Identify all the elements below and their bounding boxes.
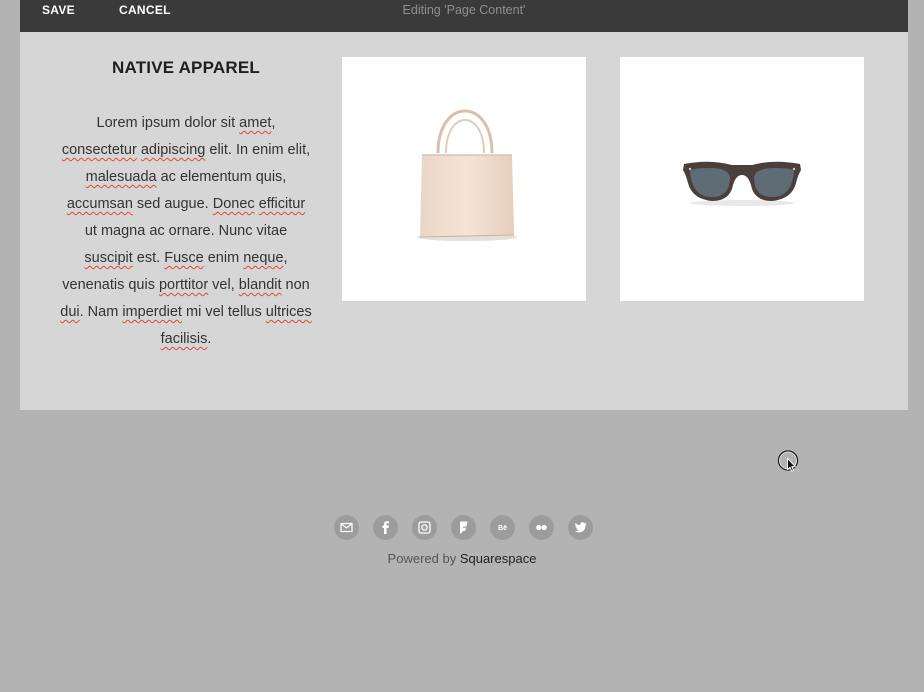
body-paragraph[interactable]: Lorem ipsum dolor sit amet, consectetur … [60, 110, 312, 353]
squarespace-link[interactable]: Squarespace [460, 551, 537, 566]
paragraph-text: . [207, 331, 212, 347]
misspelled-word: dui [60, 304, 80, 320]
product-image-sunglasses[interactable] [620, 57, 864, 301]
misspelled-word: malesuada [85, 169, 157, 185]
paragraph-text: mi vel tellus [181, 304, 266, 320]
paragraph-text: sed augue. [132, 196, 213, 212]
misspelled-word: ultrices [265, 304, 312, 320]
misspelled-word: consectetur [61, 142, 137, 158]
misspelled-word: efficitur [258, 196, 306, 212]
misspelled-word: accumsan [66, 196, 133, 212]
misspelled-word: neque [243, 250, 284, 266]
paragraph-text: est. [132, 250, 165, 266]
paragraph-text: , [271, 115, 276, 131]
tote-bag-image [417, 109, 517, 241]
misspelled-word: suscipit [84, 250, 133, 266]
paragraph-text: enim [203, 250, 244, 266]
misspelled-word: Donec [212, 196, 255, 212]
misspelled-word: imperdiet [122, 304, 182, 320]
misspelled-word: adipiscing [140, 142, 206, 158]
social-icons: Bē [334, 515, 594, 541]
editor-toolbar: SAVE CANCEL Editing 'Page Content' [20, 0, 908, 32]
sunglasses-image [683, 161, 801, 206]
paragraph-text: ac elementum quis, [156, 169, 287, 185]
misspelled-word: facilisis [160, 331, 208, 347]
editing-status: Editing 'Page Content' [402, 3, 526, 17]
brand-title: NATIVE APPAREL [112, 58, 260, 77]
product-image-tote-bag[interactable] [342, 57, 586, 301]
email-icon[interactable] [334, 515, 359, 540]
facebook-icon[interactable] [373, 515, 398, 540]
paragraph-text: . Nam [79, 304, 123, 320]
paragraph-text: ut magna ac ornare. Nunc vitae [84, 223, 288, 239]
powered-prefix: Powered by [387, 551, 460, 566]
page-content-block[interactable]: NATIVE APPAREL Lorem ipsum dolor sit ame… [20, 32, 908, 410]
misspelled-word: blandit [238, 277, 282, 293]
misspelled-word: porttitor [158, 277, 209, 293]
misspelled-word: Fusce [164, 250, 204, 266]
paragraph-text: elit. In enim elit, [205, 142, 311, 158]
flickr-icon[interactable] [529, 515, 554, 540]
foursquare-icon[interactable] [451, 515, 476, 540]
powered-by: Powered by Squarespace [0, 551, 924, 566]
instagram-icon[interactable] [412, 515, 437, 540]
twitter-icon[interactable] [568, 515, 593, 540]
behance-icon[interactable]: Bē [490, 515, 515, 540]
paragraph-text: Lorem ipsum dolor sit [96, 115, 240, 131]
paragraph-text: non [281, 277, 310, 293]
paragraph-text: vel, [208, 277, 239, 293]
svg-text:Bē: Bē [498, 525, 507, 532]
misspelled-word: amet [239, 115, 272, 131]
mouse-cursor-icon [777, 450, 799, 472]
